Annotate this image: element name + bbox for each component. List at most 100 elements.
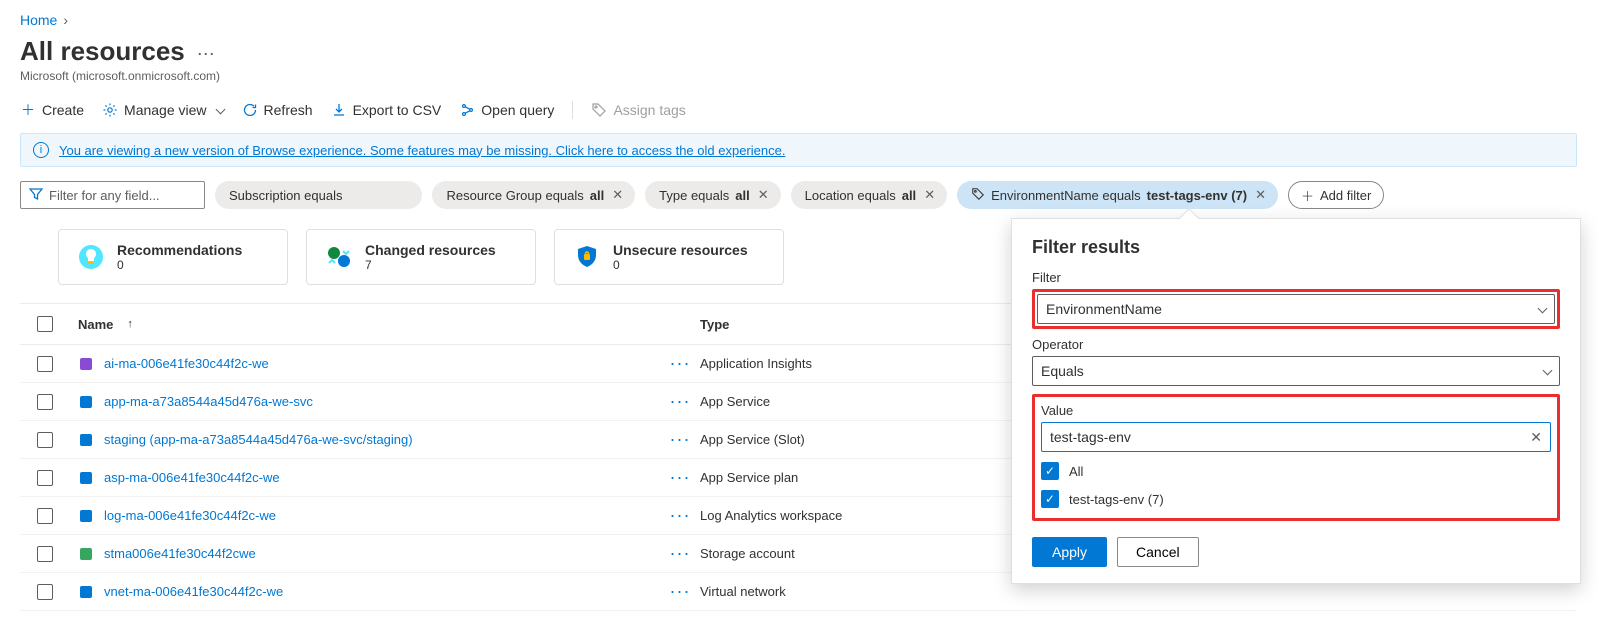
tag-icon	[971, 187, 985, 204]
resource-icon	[78, 508, 94, 524]
filter-input[interactable]: Filter for any field...	[20, 181, 205, 209]
card-recommendations[interactable]: Recommendations 0	[58, 229, 288, 285]
resource-icon	[78, 394, 94, 410]
resource-link[interactable]: app-ma-a73a8544a45d476a-we-svc	[104, 394, 313, 409]
query-icon	[459, 102, 475, 118]
resource-link[interactable]: log-ma-006e41fe30c44f2c-we	[104, 508, 276, 523]
resource-type: App Service	[700, 394, 980, 409]
pill-environment[interactable]: EnvironmentName equals test-tags-env (7)…	[957, 181, 1278, 209]
close-icon[interactable]: ✕	[756, 187, 771, 203]
shield-icon	[573, 243, 601, 271]
add-filter-button[interactable]: ＋ Add filter	[1288, 181, 1384, 209]
row-menu-icon[interactable]: ···	[660, 391, 700, 412]
row-checkbox[interactable]	[37, 470, 53, 486]
row-menu-icon[interactable]: ···	[660, 543, 700, 564]
resource-link[interactable]: ai-ma-006e41fe30c44f2c-we	[104, 356, 269, 371]
resource-link[interactable]: asp-ma-006e41fe30c44f2c-we	[104, 470, 280, 485]
refresh-label: Refresh	[264, 102, 313, 118]
manage-view-label: Manage view	[124, 102, 207, 118]
info-link[interactable]: You are viewing a new version of Browse …	[59, 143, 785, 158]
pill-value: all	[902, 188, 916, 203]
row-checkbox[interactable]	[37, 546, 53, 562]
resource-link[interactable]: vnet-ma-006e41fe30c44f2c-we	[104, 584, 283, 599]
pill-type[interactable]: Type equals all ✕	[645, 181, 780, 209]
filter-select-value: EnvironmentName	[1046, 301, 1162, 317]
open-query-button[interactable]: Open query	[459, 102, 554, 118]
resource-icon	[78, 546, 94, 562]
create-label: Create	[42, 102, 84, 118]
refresh-button[interactable]: Refresh	[242, 102, 313, 118]
row-menu-icon[interactable]: ···	[660, 467, 700, 488]
card-changed[interactable]: Changed resources 7	[306, 229, 536, 285]
resource-icon	[78, 470, 94, 486]
resource-type: Storage account	[700, 546, 980, 561]
plus-icon: ＋	[20, 102, 36, 118]
sort-asc-icon: ↑	[127, 318, 133, 330]
operator-label: Operator	[1032, 337, 1560, 352]
plus-icon: ＋	[1301, 186, 1314, 205]
assign-tags-button: Assign tags	[591, 102, 685, 118]
pill-subscription[interactable]: Subscription equals	[215, 181, 422, 209]
option-label: test-tags-env (7)	[1069, 492, 1164, 507]
row-checkbox[interactable]	[37, 394, 53, 410]
resource-link[interactable]: staging (app-ma-a73a8544a45d476a-we-svc/…	[104, 432, 413, 447]
pill-label: Location equals	[805, 188, 896, 203]
row-menu-icon[interactable]: ···	[660, 353, 700, 374]
create-button[interactable]: ＋ Create	[20, 102, 84, 118]
resource-link[interactable]: stma006e41fe30c44f2cwe	[104, 546, 256, 561]
close-icon[interactable]: ✕	[922, 187, 937, 203]
tag-icon	[591, 102, 607, 118]
pill-label: Type equals	[659, 188, 729, 203]
checkbox-checked-icon: ✓	[1041, 462, 1059, 480]
row-menu-icon[interactable]: ···	[660, 429, 700, 450]
info-bar: i You are viewing a new version of Brows…	[20, 133, 1577, 167]
row-checkbox[interactable]	[37, 508, 53, 524]
cancel-button[interactable]: Cancel	[1117, 537, 1199, 567]
clear-icon[interactable]: ✕	[1530, 429, 1542, 446]
row-checkbox[interactable]	[37, 432, 53, 448]
card-unsecure[interactable]: Unsecure resources 0	[554, 229, 784, 285]
resource-type: App Service plan	[700, 470, 980, 485]
col-header-name[interactable]: Name ↑	[70, 317, 660, 332]
resource-type: Application Insights	[700, 356, 980, 371]
row-checkbox[interactable]	[37, 356, 53, 372]
row-menu-icon[interactable]: ···	[660, 581, 700, 602]
pill-location[interactable]: Location equals all ✕	[791, 181, 947, 209]
export-csv-button[interactable]: Export to CSV	[331, 102, 442, 118]
close-icon[interactable]: ✕	[610, 187, 625, 203]
pill-value: test-tags-env (7)	[1147, 188, 1247, 203]
resource-type: Virtual network	[700, 584, 980, 599]
pill-label: Subscription equals	[229, 188, 342, 203]
page-title: All resources	[20, 36, 185, 67]
export-csv-label: Export to CSV	[353, 102, 442, 118]
value-input[interactable]: test-tags-env ✕	[1041, 422, 1551, 452]
more-icon[interactable]: ⋯	[197, 44, 215, 65]
apply-button[interactable]: Apply	[1032, 537, 1107, 567]
close-icon[interactable]: ✕	[1253, 187, 1268, 203]
manage-view-button[interactable]: Manage view	[102, 102, 224, 118]
operator-select[interactable]: Equals	[1032, 356, 1560, 386]
filter-placeholder: Filter for any field...	[49, 188, 160, 203]
card-title: Recommendations	[117, 242, 242, 258]
card-count: 0	[117, 258, 242, 272]
resource-type: Log Analytics workspace	[700, 508, 980, 523]
card-count: 7	[365, 258, 496, 272]
pill-value: all	[590, 188, 604, 203]
value-text: test-tags-env	[1050, 429, 1131, 445]
pill-resource-group[interactable]: Resource Group equals all ✕	[432, 181, 635, 209]
separator	[572, 101, 573, 119]
operator-value: Equals	[1041, 363, 1084, 379]
select-all-checkbox[interactable]	[37, 316, 53, 332]
row-checkbox[interactable]	[37, 584, 53, 600]
filter-label: Filter	[1032, 270, 1560, 285]
value-option-env[interactable]: ✓ test-tags-env (7)	[1041, 490, 1551, 508]
open-query-label: Open query	[481, 102, 554, 118]
row-menu-icon[interactable]: ···	[660, 505, 700, 526]
pill-label: EnvironmentName equals	[991, 188, 1141, 203]
col-header-type[interactable]: Type	[700, 317, 980, 332]
page-subtitle: Microsoft (microsoft.onmicrosoft.com)	[20, 69, 1577, 83]
filter-panel-title: Filter results	[1032, 237, 1560, 258]
filter-select[interactable]: EnvironmentName	[1037, 294, 1555, 324]
value-option-all[interactable]: ✓ All	[1041, 462, 1551, 480]
breadcrumb-home[interactable]: Home	[20, 12, 57, 28]
